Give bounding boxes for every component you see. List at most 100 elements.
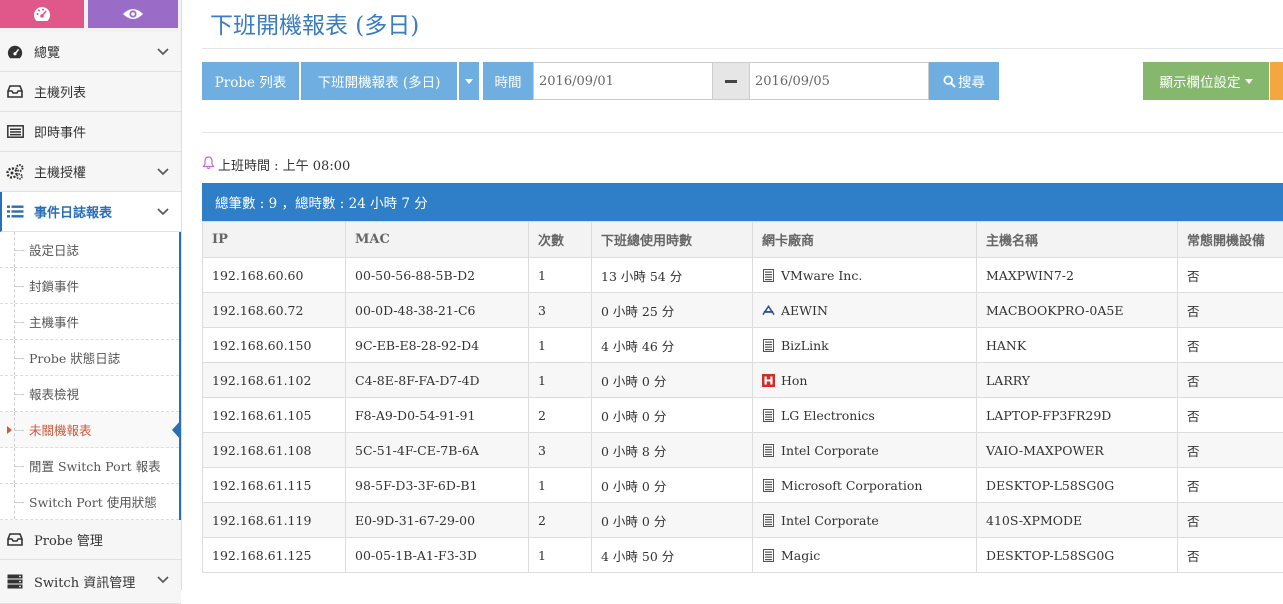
cell-always-on: 否: [1178, 363, 1283, 398]
cell-vendor: BizLink: [753, 328, 977, 363]
dashboard-icon: [6, 43, 24, 61]
cell-count: 1: [529, 363, 592, 398]
cell-mac: 00-50-56-88-5B-D2: [346, 258, 529, 293]
nav-probe-management[interactable]: Probe 管理: [0, 520, 181, 560]
cell-always-on: 否: [1178, 398, 1283, 433]
column-header-mac[interactable]: MAC: [346, 222, 529, 258]
search-button[interactable]: 搜尋: [929, 62, 999, 100]
cell-always-on: 否: [1178, 538, 1283, 573]
table-row[interactable]: 192.168.60.1509C-EB-E8-28-92-D414 小時 46 …: [203, 328, 1283, 363]
table-header-row: IP MAC 次數 下班總使用時數 網卡廠商 主機名稱 常態開機設備: [203, 222, 1283, 258]
table-row[interactable]: 192.168.61.1085C-51-4F-CE-7B-6A30 小時 8 分…: [203, 433, 1283, 468]
list-icon: [6, 123, 24, 141]
vendor-name: Magic: [781, 548, 820, 563]
cell-vendor: Intel Corporate: [753, 433, 977, 468]
report-select-button[interactable]: 下班開機報表 (多日): [301, 62, 457, 100]
nav-event-log-reports-label: 事件日誌報表: [34, 202, 112, 221]
column-header-hours[interactable]: 下班總使用時數: [592, 222, 753, 258]
nav-overview[interactable]: 總覽: [0, 32, 181, 72]
table-row[interactable]: 192.168.60.7200-0D-48-38-21-C630 小時 25 分…: [203, 293, 1283, 328]
cell-hours: 4 小時 50 分: [592, 538, 753, 573]
probe-list-button[interactable]: Probe 列表: [202, 62, 299, 100]
column-header-ip[interactable]: IP: [203, 222, 346, 258]
vendor-name: LG Electronics: [781, 408, 875, 423]
column-header-always-on[interactable]: 常態開機設備: [1178, 222, 1283, 258]
cell-count: 1: [529, 538, 592, 573]
cell-ip: 192.168.61.115: [203, 468, 346, 503]
sub-item-settings-log[interactable]: 設定日誌: [0, 232, 179, 268]
cell-vendor: Magic: [753, 538, 977, 573]
cell-vendor: Intel Corporate: [753, 503, 977, 538]
cell-ip: 192.168.61.102: [203, 363, 346, 398]
sub-item-label: 未關機報表: [29, 420, 92, 439]
cell-ip: 192.168.61.119: [203, 503, 346, 538]
cell-mac: 5C-51-4F-CE-7B-6A: [346, 433, 529, 468]
end-date-input[interactable]: 2016/09/05: [749, 62, 929, 100]
cell-hours: 0 小時 0 分: [592, 398, 753, 433]
nav-realtime-events[interactable]: 即時事件: [0, 112, 181, 152]
sub-item-host-events[interactable]: 主機事件: [0, 304, 179, 340]
title-divider: [202, 48, 1283, 49]
cell-hostname: 410S-XPMODE: [977, 503, 1178, 538]
caret-down-icon: [465, 79, 473, 84]
vendor-document-icon: [762, 408, 775, 422]
hon-hai-logo-icon: [762, 373, 775, 387]
cell-mac: E0-9D-31-67-29-00: [346, 503, 529, 538]
vendor-document-icon: [762, 548, 775, 562]
start-date-input[interactable]: 2016/09/01: [533, 62, 713, 100]
nav-realtime-events-label: 即時事件: [34, 122, 86, 141]
nav-event-log-reports[interactable]: 事件日誌報表: [0, 192, 181, 232]
sub-item-probe-status-log[interactable]: Probe 狀態日誌: [0, 340, 179, 376]
table-row[interactable]: 192.168.61.12500-05-1B-A1-F3-3D14 小時 50 …: [203, 538, 1283, 573]
cell-ip: 192.168.60.72: [203, 293, 346, 328]
table-row[interactable]: 192.168.61.119E0-9D-31-67-29-0020 小時 0 分…: [203, 503, 1283, 538]
cell-hours: 0 小時 0 分: [592, 503, 753, 538]
sub-item-report-view[interactable]: 報表檢視: [0, 376, 179, 412]
sub-item-idle-switch-port[interactable]: 閒置 Switch Port 報表: [0, 448, 179, 484]
cell-mac: F8-A9-D0-54-91-91: [346, 398, 529, 433]
bell-icon: [202, 156, 215, 174]
search-button-label: 搜尋: [958, 71, 985, 91]
cell-always-on: 否: [1178, 503, 1283, 538]
column-header-count[interactable]: 次數: [529, 222, 592, 258]
cell-hostname: DESKTOP-L58SG0G: [977, 538, 1178, 573]
nav-host-license[interactable]: 主機授權: [0, 152, 181, 192]
current-marker-icon: [7, 426, 12, 434]
sub-item-shutdown-report[interactable]: 未關機報表: [0, 412, 179, 448]
column-header-vendor[interactable]: 網卡廠商: [753, 222, 977, 258]
cell-hours: 0 小時 0 分: [592, 468, 753, 503]
sub-item-label: 閒置 Switch Port 報表: [29, 456, 161, 475]
table-body: 192.168.60.6000-50-56-88-5B-D2113 小時 54 …: [203, 258, 1283, 573]
cell-hours: 0 小時 0 分: [592, 363, 753, 398]
cell-hostname: LAPTOP-FP3FR29D: [977, 398, 1178, 433]
vendor-name: Intel Corporate: [781, 513, 879, 528]
column-settings-button[interactable]: 顯示欄位設定: [1143, 62, 1269, 100]
vendor-document-icon: [762, 478, 775, 492]
table-row[interactable]: 192.168.61.11598-5F-D3-3F-6D-B110 小時 0 分…: [203, 468, 1283, 503]
table-row[interactable]: 192.168.61.105F8-A9-D0-54-91-9120 小時 0 分…: [203, 398, 1283, 433]
nav-probe-management-label: Probe 管理: [34, 530, 103, 549]
date-range-separator: [713, 62, 749, 100]
cell-count: 1: [529, 328, 592, 363]
table-row[interactable]: 192.168.60.6000-50-56-88-5B-D2113 小時 54 …: [203, 258, 1283, 293]
vendor-name: VMware Inc.: [781, 268, 862, 283]
sub-item-blocked-events[interactable]: 封鎖事件: [0, 268, 179, 304]
export-button[interactable]: [1270, 62, 1283, 100]
nav-overview-label: 總覽: [34, 42, 60, 61]
work-time-text: 上班時間 : 上午 08:00: [218, 155, 350, 174]
column-header-hostname[interactable]: 主機名稱: [977, 222, 1178, 258]
nav-host-list[interactable]: 主機列表: [0, 72, 181, 112]
inbox-icon: [6, 531, 24, 549]
sub-item-switch-port-usage[interactable]: Switch Port 使用狀態: [0, 484, 179, 520]
table-row[interactable]: 192.168.61.102C4-8E-8F-FA-D7-4D10 小時 0 分…: [203, 363, 1283, 398]
nav-switch-info[interactable]: Switch 資訊管理: [0, 560, 181, 604]
dashboard-shortcut-button[interactable]: [0, 0, 84, 28]
cell-always-on: 否: [1178, 468, 1283, 503]
cell-hours: 0 小時 25 分: [592, 293, 753, 328]
eye-shortcut-button[interactable]: [88, 0, 178, 28]
cell-count: 3: [529, 433, 592, 468]
vendor-document-icon: [762, 443, 775, 457]
report-dropdown-toggle[interactable]: [459, 62, 479, 100]
active-pointer-icon: [172, 420, 181, 440]
toolbar-divider: [202, 132, 1283, 133]
